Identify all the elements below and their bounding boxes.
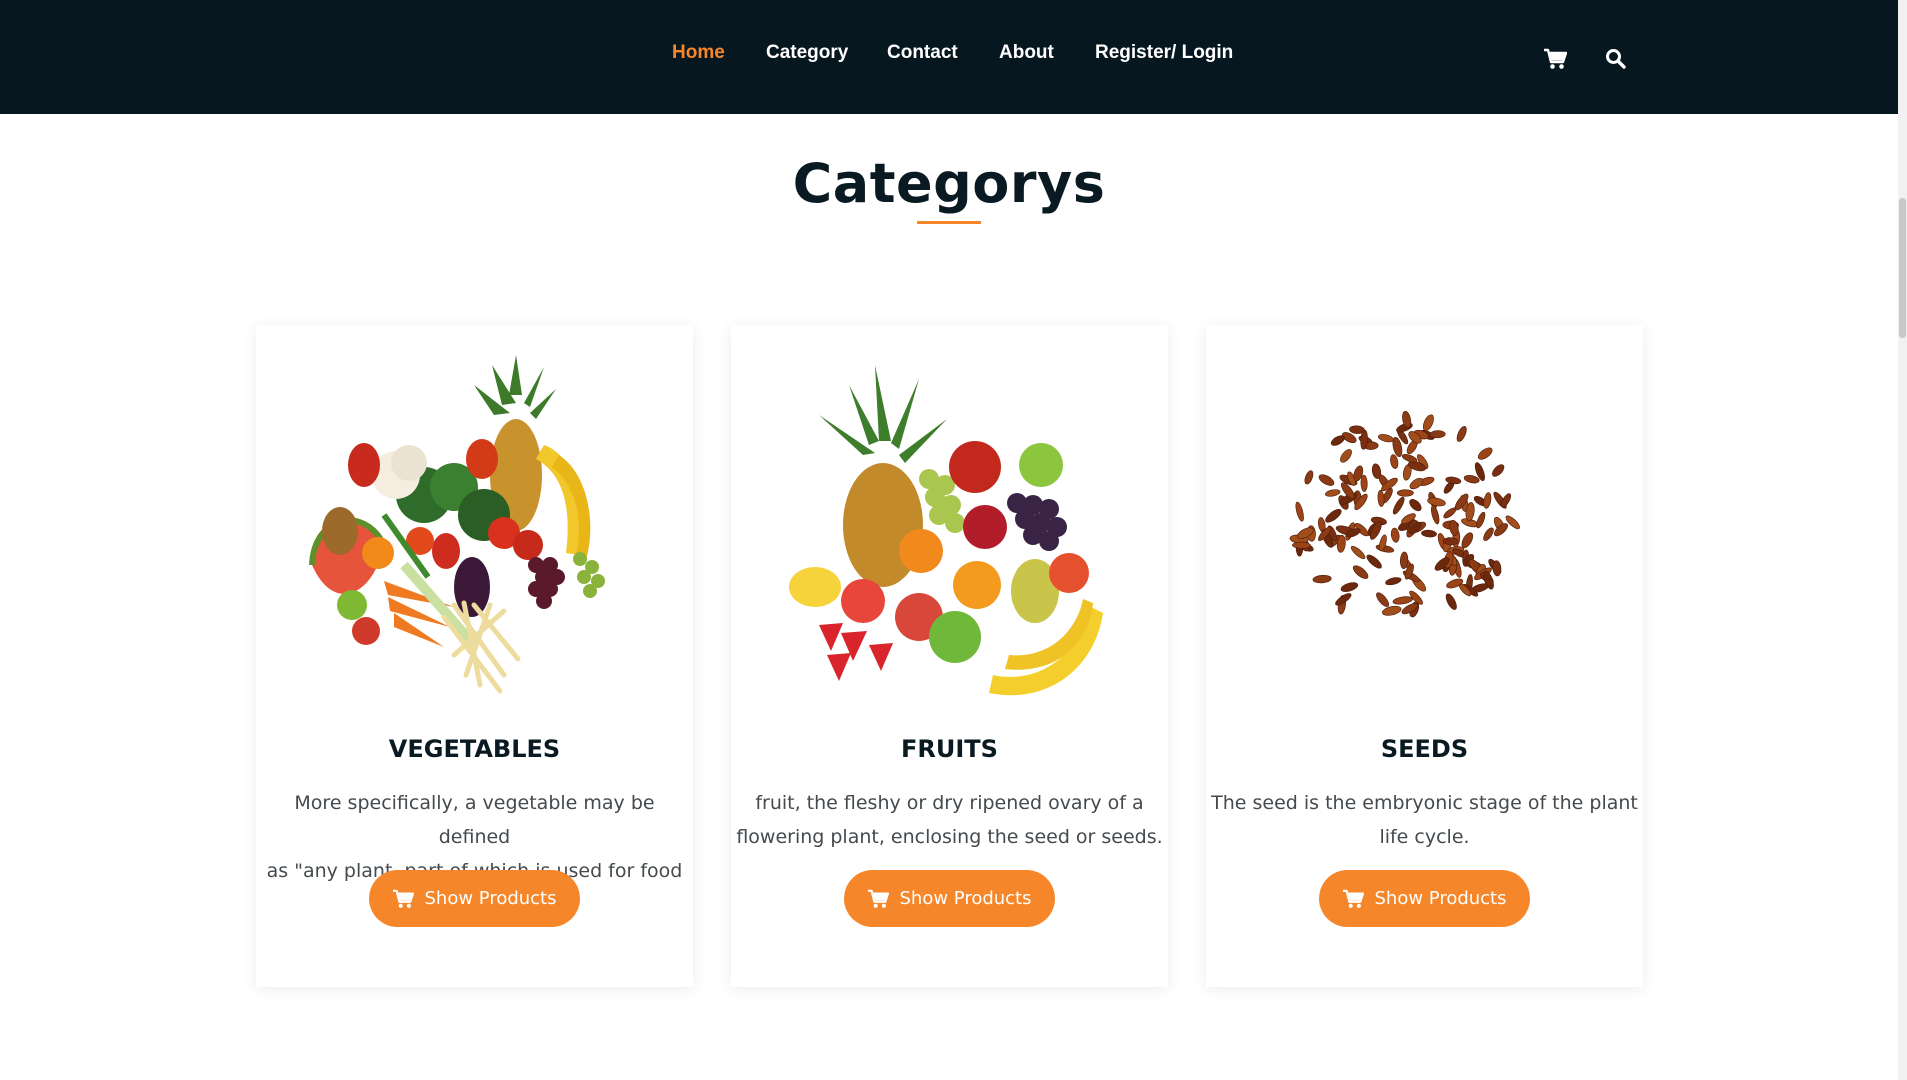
category-description-fruits: fruit, the fleshy or dry ripened ovary o… bbox=[731, 786, 1168, 854]
category-title-vegetables: VEGETABLES bbox=[388, 735, 561, 763]
nav-link-category[interactable]: Category bbox=[766, 42, 848, 64]
category-description-seeds: The seed is the embryonic stage of the p… bbox=[1206, 786, 1643, 854]
nav-link-home[interactable]: Home bbox=[672, 42, 725, 64]
description-line: flowering plant, enclosing the seed or s… bbox=[736, 826, 1163, 848]
category-card-fruits: FRUITS fruit, the fleshy or dry ripened … bbox=[731, 325, 1168, 987]
nav-link-about[interactable]: About bbox=[999, 42, 1054, 64]
cart-icon[interactable] bbox=[1543, 48, 1568, 75]
fruits-image bbox=[779, 355, 1119, 715]
seeds-image bbox=[1254, 355, 1594, 715]
scrollbar-thumb[interactable] bbox=[1899, 198, 1906, 338]
title-underline bbox=[917, 221, 981, 224]
show-products-label: Show Products bbox=[1374, 888, 1507, 909]
show-products-button-vegetables[interactable]: Show Products bbox=[369, 870, 580, 927]
section-title: Categorys bbox=[792, 152, 1106, 215]
description-line: The seed is the embryonic stage of the p… bbox=[1211, 792, 1638, 814]
description-line: life cycle. bbox=[1379, 826, 1470, 848]
cart-icon bbox=[867, 889, 890, 909]
description-line: More specifically, a vegetable may be de… bbox=[294, 792, 655, 848]
show-products-label: Show Products bbox=[424, 888, 557, 909]
show-products-button-fruits[interactable]: Show Products bbox=[844, 870, 1055, 927]
category-card-vegetables: VEGETABLES More specifically, a vegetabl… bbox=[256, 325, 693, 987]
search-icon[interactable] bbox=[1605, 48, 1626, 74]
category-title-fruits: FRUITS bbox=[901, 735, 998, 763]
show-products-button-seeds[interactable]: Show Products bbox=[1319, 870, 1530, 927]
show-products-label: Show Products bbox=[899, 888, 1032, 909]
cart-icon bbox=[392, 889, 415, 909]
nav-link-register-login[interactable]: Register/ Login bbox=[1095, 42, 1233, 64]
category-title-seeds: SEEDS bbox=[1380, 735, 1469, 763]
description-line: fruit, the fleshy or dry ripened ovary o… bbox=[755, 792, 1144, 814]
cart-icon bbox=[1342, 889, 1365, 909]
page-scrollbar[interactable] bbox=[1898, 0, 1907, 1080]
top-navbar: Home Category Contact About Register/ Lo… bbox=[0, 0, 1898, 114]
nav-link-contact[interactable]: Contact bbox=[887, 42, 958, 64]
category-card-seeds: SEEDS The seed is the embryonic stage of… bbox=[1206, 325, 1643, 987]
vegetables-image bbox=[304, 355, 644, 715]
